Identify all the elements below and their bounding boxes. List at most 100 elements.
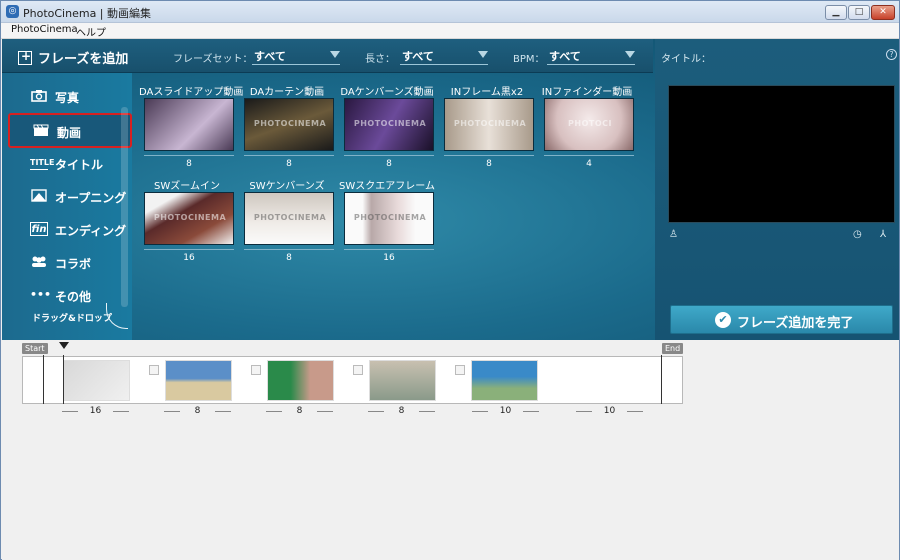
playhead-icon[interactable]	[59, 342, 69, 349]
watermark: PHOTOCI	[568, 119, 612, 128]
phrase-name: SWケンバーンズ	[249, 181, 325, 192]
phrase-name: SWズームイン	[154, 181, 220, 192]
watermark: PHOTOCINEMA	[353, 213, 427, 222]
phrase-thumbnail: PHOTOCINEMA	[244, 98, 334, 151]
phrase-name: INフレーム黒x2	[450, 87, 524, 98]
phrase-name: DAカーテン動画	[249, 87, 325, 98]
opening-icon	[30, 189, 48, 203]
sidebar-item-opening[interactable]: オープニング	[8, 183, 132, 211]
phrase-count: 4	[544, 155, 634, 169]
length-label: 長さ：	[365, 54, 395, 65]
bpm-value: すべて	[549, 50, 581, 63]
dancer-icon[interactable]: ⅄	[880, 229, 886, 240]
more-icon: •••	[30, 288, 52, 301]
menu-bar: PhotoCinema ヘルプ	[1, 23, 899, 39]
fin-icon: fin	[30, 222, 48, 236]
phrase-set-label: フレーズセット：	[173, 54, 253, 65]
close-button[interactable]: ✕	[871, 5, 895, 20]
phrase-count: 8	[144, 155, 234, 169]
phrase-name: DAケンバーンズ動画	[340, 87, 434, 98]
drag-drop-hint: ドラッグ&ドロップ	[32, 314, 112, 324]
add-phrase-header: フレーズを追加	[18, 48, 128, 67]
chevron-down-icon	[478, 51, 488, 58]
chevron-down-icon	[625, 51, 635, 58]
maximize-button[interactable]: □	[848, 5, 870, 20]
phrase-card[interactable]: SWズームイン PHOTOCINEMA 16	[139, 177, 235, 267]
clip-duration: 8	[164, 406, 231, 416]
app-logo-icon: ◎	[6, 5, 19, 18]
length-value: すべて	[402, 50, 434, 63]
category-sidebar: 写真 動画 TITLE タイトル オープニング fin エンディング コラボ •…	[2, 73, 132, 340]
timeline-clip[interactable]	[267, 360, 334, 401]
clip-duration: 16	[62, 406, 129, 416]
phrase-count: 16	[144, 249, 234, 263]
phrase-count: 8	[444, 155, 534, 169]
timeline-track[interactable]	[22, 356, 683, 404]
sidebar-scrollbar[interactable]	[121, 107, 128, 307]
watermark: PHOTOCINEMA	[153, 213, 227, 222]
timeline-clip[interactable]	[63, 360, 130, 401]
sidebar-item-label: その他	[55, 290, 92, 304]
finish-phrase-button[interactable]: ✔ フレーズ追加を完了	[670, 305, 893, 334]
clock-icon[interactable]: ◷	[853, 229, 862, 240]
transition-icon[interactable]	[353, 365, 363, 375]
menu-item-help[interactable]: ヘルプ	[76, 24, 106, 39]
chevron-down-icon	[330, 51, 340, 58]
sidebar-item-ending[interactable]: fin エンディング	[8, 216, 132, 244]
phrase-thumbnail	[144, 98, 234, 151]
phrase-count: 8	[244, 249, 334, 263]
phrase-name: INファインダー動画	[541, 87, 633, 98]
phrase-name: DAスライドアップ動画	[139, 87, 244, 98]
phrase-name: SWスクエアフレーム	[339, 181, 435, 192]
transition-icon[interactable]	[251, 365, 261, 375]
bpm-dropdown[interactable]: すべて	[547, 48, 635, 65]
title-bar: ◎ PhotoCinema | 動画編集 ▁ □ ✕	[1, 1, 899, 23]
timeline-clip[interactable]	[471, 360, 538, 401]
watermark: PHOTOCINEMA	[353, 119, 427, 128]
timeline: Start End 16 8 8 8 10 10	[2, 340, 899, 560]
phrase-card[interactable]: SWスクエアフレーム PHOTOCINEMA 16	[339, 177, 435, 267]
check-icon: ✔	[715, 312, 731, 328]
timeline-clip[interactable]	[165, 360, 232, 401]
transition-icon[interactable]	[455, 365, 465, 375]
metronome-icon[interactable]: ♙	[669, 229, 678, 240]
sidebar-item-label: 写真	[55, 91, 80, 105]
sidebar-item-title[interactable]: TITLE タイトル	[8, 150, 132, 178]
finish-phrase-label: フレーズ追加を完了	[737, 316, 854, 331]
clip-duration: 8	[368, 406, 435, 416]
phrase-card[interactable]: DAケンバーンズ動画 PHOTOCINEMA 8	[339, 83, 435, 173]
menu-item-photocinema[interactable]: PhotoCinema	[11, 24, 78, 35]
phrase-card[interactable]: INフレーム黒x2 PHOTOCINEMA 8	[439, 83, 535, 173]
end-marker: End	[662, 343, 684, 354]
phrase-thumbnail: PHOTOCINEMA	[144, 192, 234, 245]
phrase-card[interactable]: DAスライドアップ動画 8	[139, 83, 244, 173]
app-window: ◎ PhotoCinema | 動画編集 ▁ □ ✕ PhotoCinema ヘ…	[0, 0, 900, 560]
transition-icon[interactable]	[149, 365, 159, 375]
clip-duration: 8	[266, 406, 333, 416]
phrase-card[interactable]: DAカーテン動画 PHOTOCINEMA 8	[239, 83, 335, 173]
phrase-thumbnail: PHOTOCI	[544, 98, 634, 151]
sidebar-item-collab[interactable]: コラボ	[8, 249, 132, 277]
people-icon	[30, 255, 48, 269]
watermark: PHOTOCINEMA	[453, 119, 527, 128]
phrase-thumbnail: PHOTOCINEMA	[344, 192, 434, 245]
sidebar-item-label: オープニング	[55, 191, 127, 205]
preview-screen	[668, 85, 895, 223]
sidebar-item-label: コラボ	[55, 257, 92, 271]
sidebar-item-photo[interactable]: 写真	[8, 83, 132, 111]
sidebar-item-video[interactable]: 動画	[8, 113, 132, 148]
length-dropdown[interactable]: すべて	[400, 48, 488, 65]
phrase-card[interactable]: SWケンバーンズ PHOTOCINEMA 8	[239, 177, 335, 267]
phrase-card[interactable]: INファインダー動画 PHOTOCI 4	[539, 83, 635, 173]
minimize-button[interactable]: ▁	[825, 5, 847, 20]
help-icon[interactable]: ?	[886, 49, 897, 60]
timeline-clip[interactable]	[369, 360, 436, 401]
add-phrase-title: フレーズを追加	[38, 52, 129, 67]
sidebar-item-label: 動画	[57, 126, 82, 140]
phrase-set-value: すべて	[254, 50, 286, 63]
phrase-set-dropdown[interactable]: すべて	[252, 48, 340, 65]
sidebar-item-label: タイトル	[55, 158, 104, 172]
start-line	[43, 355, 44, 404]
phrase-count: 16	[344, 249, 434, 263]
bpm-label: BPM：	[513, 54, 545, 65]
